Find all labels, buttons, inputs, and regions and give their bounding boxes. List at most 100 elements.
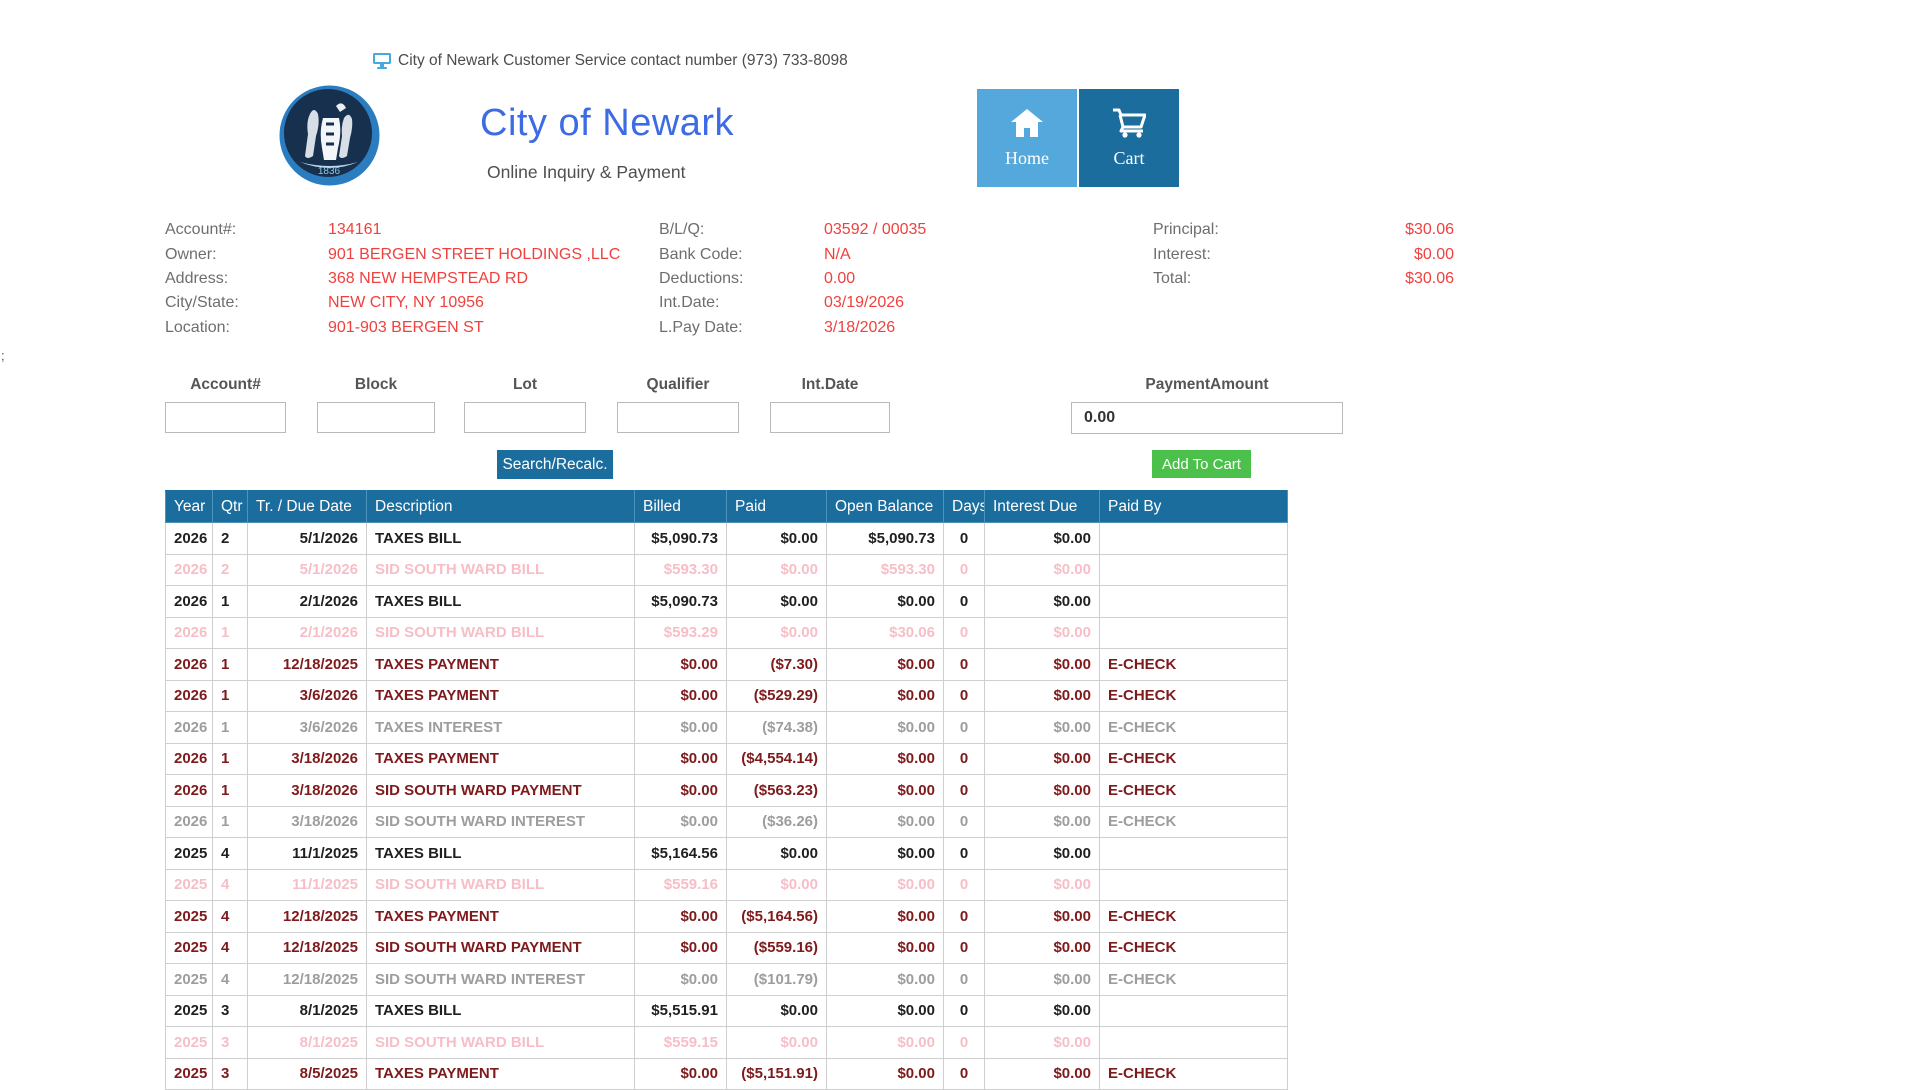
table-cell: 0 bbox=[943, 711, 985, 744]
table-cell: $0.00 bbox=[984, 648, 1100, 681]
table-cell: $5,090.73 bbox=[634, 585, 727, 618]
table-row: 2025 4 12/18/2025 SID SOUTH WARD PAYMENT $0.… bbox=[165, 931, 1288, 964]
account-info-row: Int.Date: 03/19/2026 bbox=[659, 291, 1089, 315]
table-cell: $0.00 bbox=[984, 805, 1100, 838]
account-info-label: B/L/Q: bbox=[659, 221, 705, 239]
table-cell: 1 bbox=[212, 679, 248, 712]
payment-amount-label: PaymentAmount bbox=[1145, 376, 1269, 393]
table-row: 2025 3 8/5/2025 TAXES PAYMENT $0.00 ($5,151.9… bbox=[165, 1057, 1288, 1090]
table-cell: 1 bbox=[212, 585, 248, 618]
table-cell: 2025 bbox=[165, 1057, 213, 1090]
lot-input[interactable] bbox=[464, 402, 586, 433]
table-cell: 2025 bbox=[165, 837, 213, 870]
table-cell: $0.00 bbox=[726, 522, 827, 555]
block-label: Block bbox=[354, 376, 398, 393]
table-cell: $0.00 bbox=[984, 1057, 1100, 1090]
table-cell: $0.00 bbox=[984, 931, 1100, 964]
qualifier-field-group: Qualifier bbox=[617, 376, 739, 433]
table-cell: $0.00 bbox=[634, 805, 727, 838]
search-recalc-button[interactable]: Search/Recalc. bbox=[497, 450, 613, 479]
payment-amount-input[interactable] bbox=[1071, 402, 1343, 434]
table-cell: 2/1/2026 bbox=[247, 585, 367, 618]
table-cell bbox=[1099, 994, 1288, 1027]
account-info-row: Owner: 901 BERGEN STREET HOLDINGS ,LLC bbox=[165, 242, 645, 266]
account-info-value: 901 BERGEN STREET HOLDINGS ,LLC bbox=[328, 245, 621, 263]
table-cell: 3/6/2026 bbox=[247, 679, 367, 712]
table-cell: E-CHECK bbox=[1099, 805, 1288, 838]
table-cell: 2025 bbox=[165, 900, 213, 933]
table-cell: 2025 bbox=[165, 931, 213, 964]
account-info-value: $30.06 bbox=[1405, 269, 1454, 287]
table-cell: $0.00 bbox=[826, 679, 944, 712]
block-field-group: Block bbox=[317, 376, 435, 433]
table-cell: $559.16 bbox=[634, 868, 727, 901]
account-info-value: 03/19/2026 bbox=[824, 294, 905, 312]
table-cell: 2025 bbox=[165, 868, 213, 901]
home-icon bbox=[1010, 108, 1044, 138]
table-cell: E-CHECK bbox=[1099, 711, 1288, 744]
account-info-row: Bank Code: N/A bbox=[659, 242, 1089, 266]
column-header-open-balance: Open Balance bbox=[826, 490, 944, 523]
contact-text: City of Newark Customer Service contact … bbox=[398, 52, 848, 69]
monitor-icon bbox=[373, 53, 391, 69]
account-info-value: 3/18/2026 bbox=[824, 318, 896, 336]
table-cell: E-CHECK bbox=[1099, 774, 1288, 807]
account-input[interactable] bbox=[165, 402, 286, 433]
table-cell: $593.29 bbox=[634, 616, 727, 649]
table-cell: $0.00 bbox=[726, 837, 827, 870]
table-cell: $0.00 bbox=[984, 837, 1100, 870]
lot-label: Lot bbox=[512, 376, 538, 393]
page-title: City of Newark bbox=[480, 102, 735, 144]
account-info-label: Deductions: bbox=[659, 269, 744, 287]
table-header-row: Year Qtr Tr. / Due Date Description Billed Pa… bbox=[165, 490, 1288, 523]
qualifier-input[interactable] bbox=[617, 402, 739, 433]
column-header-tr-due-date: Tr. / Due Date bbox=[247, 490, 367, 523]
table-cell: TAXES BILL bbox=[366, 522, 635, 555]
table-cell: SID SOUTH WARD BILL bbox=[366, 868, 635, 901]
account-field-group: Account# bbox=[165, 376, 286, 433]
account-info-value: 0.00 bbox=[824, 269, 856, 287]
table-cell: 4 bbox=[212, 868, 248, 901]
block-input[interactable] bbox=[317, 402, 435, 433]
payment-amount-group: PaymentAmount bbox=[1071, 376, 1343, 434]
table-cell: 0 bbox=[943, 837, 985, 870]
intdate-field-group: Int.Date bbox=[770, 376, 890, 433]
table-cell: $0.00 bbox=[826, 1026, 944, 1059]
account-info-row: Location: 901-903 BERGEN ST bbox=[165, 316, 645, 340]
intdate-input[interactable] bbox=[770, 402, 890, 433]
home-button[interactable]: Home bbox=[977, 89, 1077, 187]
table-cell bbox=[1099, 553, 1288, 586]
table-cell: SID SOUTH WARD PAYMENT bbox=[366, 931, 635, 964]
table-cell: ($36.26) bbox=[726, 805, 827, 838]
table-cell: 2025 bbox=[165, 1026, 213, 1059]
account-info-row: Total: $30.06 bbox=[1153, 267, 1454, 291]
table-cell: $0.00 bbox=[826, 963, 944, 996]
table-cell: 0 bbox=[943, 963, 985, 996]
account-label: Account# bbox=[190, 376, 261, 393]
account-info-row: L.Pay Date: 3/18/2026 bbox=[659, 316, 1089, 340]
cart-button[interactable]: Cart bbox=[1079, 89, 1179, 187]
table-row: 2026 2 5/1/2026 SID SOUTH WARD BILL $593.30 $… bbox=[165, 553, 1288, 586]
table-cell: 11/1/2025 bbox=[247, 868, 367, 901]
table-cell: E-CHECK bbox=[1099, 900, 1288, 933]
table-cell: TAXES PAYMENT bbox=[366, 648, 635, 681]
table-cell: 3 bbox=[212, 1057, 248, 1090]
table-cell: ($5,151.91) bbox=[726, 1057, 827, 1090]
table-cell: 0 bbox=[943, 585, 985, 618]
table-cell: 4 bbox=[212, 900, 248, 933]
intdate-label: Int.Date bbox=[801, 376, 859, 393]
table-row: 2026 1 3/18/2026 SID SOUTH WARD PAYMENT $0.0… bbox=[165, 774, 1288, 807]
table-cell: $0.00 bbox=[634, 900, 727, 933]
table-cell: $0.00 bbox=[984, 553, 1100, 586]
table-cell: 8/5/2025 bbox=[247, 1057, 367, 1090]
column-header-paid: Paid bbox=[726, 490, 827, 523]
table-cell: 1 bbox=[212, 711, 248, 744]
add-to-cart-button[interactable]: Add To Cart bbox=[1152, 450, 1251, 478]
table-cell: 5/1/2026 bbox=[247, 522, 367, 555]
table-row: 2026 1 12/18/2025 TAXES PAYMENT $0.00 ($7.30)… bbox=[165, 648, 1288, 681]
table-cell: 0 bbox=[943, 931, 985, 964]
account-info-label: Location: bbox=[165, 318, 230, 336]
table-cell: ($74.38) bbox=[726, 711, 827, 744]
table-cell: $0.00 bbox=[826, 931, 944, 964]
table-row: 2025 3 8/1/2025 SID SOUTH WARD BILL $559.15 $… bbox=[165, 1026, 1288, 1059]
